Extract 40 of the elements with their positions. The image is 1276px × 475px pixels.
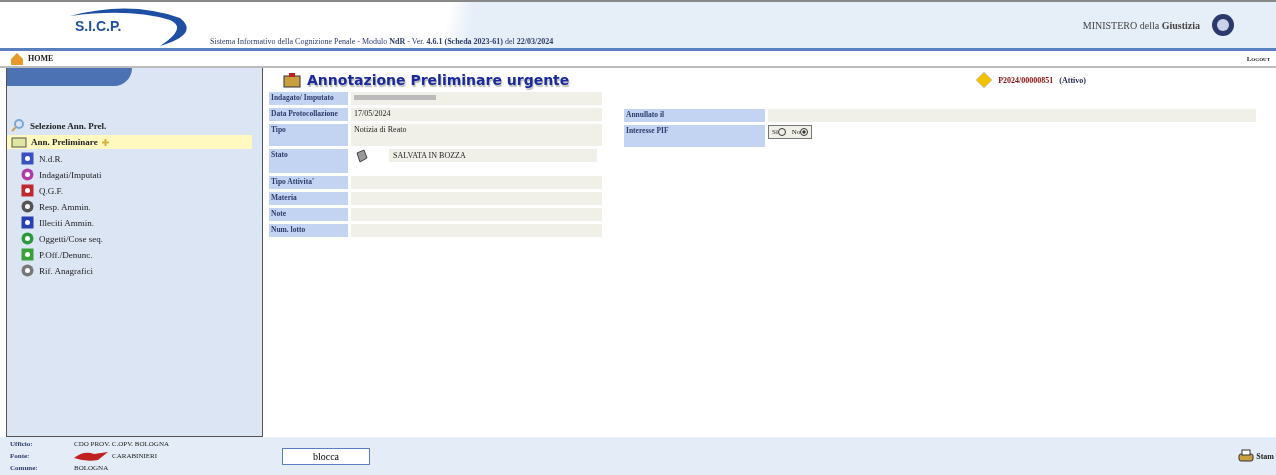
tree-item[interactable]: Q.G.F.	[7, 184, 262, 197]
field-value: 17/05/2024	[351, 108, 602, 121]
search-link[interactable]: Selezione Ann. Prel.	[7, 119, 262, 132]
item-icon	[21, 232, 34, 245]
home-link[interactable]: HOME	[10, 51, 54, 66]
folder-icon	[283, 72, 301, 88]
record-status: (Attivo)	[1059, 75, 1086, 85]
item-icon	[21, 184, 34, 197]
item-icon	[21, 200, 34, 213]
record-id: P2024/00000851	[998, 75, 1054, 85]
tree-item[interactable]: Illeciti Ammin.	[7, 216, 262, 229]
tree-item[interactable]: Oggetti/Cose seq.	[7, 232, 262, 245]
tree-item[interactable]: Rif. Anagrafici	[7, 264, 262, 277]
item-icon	[21, 152, 34, 165]
tree-item[interactable]: Ann. Preliminare	[7, 135, 252, 149]
app-logo: S.I.C.P.	[75, 18, 122, 34]
search-icon	[11, 119, 24, 132]
field-value: Notizia di Reato	[351, 124, 602, 146]
plus-icon	[101, 138, 109, 146]
item-icon	[21, 216, 34, 229]
item-icon	[21, 168, 34, 181]
tree-item[interactable]: Indagati/Imputati	[7, 168, 262, 181]
printer-icon	[1238, 449, 1255, 463]
diamond-icon	[976, 72, 993, 88]
tree-item[interactable]: P.Off./Denunc.	[7, 248, 262, 261]
status-value: SALVATA IN BOZZA	[389, 149, 597, 162]
document-icon	[355, 149, 369, 163]
flame-logo-icon	[74, 450, 108, 462]
tree-item[interactable]: N.d.R.	[7, 152, 262, 165]
print-link[interactable]: Stam	[1238, 449, 1274, 463]
page-title: Annotazione Preliminare urgente	[307, 72, 570, 88]
folder-icon	[11, 136, 27, 148]
lock-button[interactable]: blocca	[282, 447, 370, 465]
house-icon	[10, 51, 24, 66]
app-subtitle: Sistema Informativo della Cognizione Penale - Modulo NdR - Ver. 4.6.1 (Scheda 2023-61) del 22/03/2024	[210, 37, 555, 48]
item-icon	[21, 264, 34, 277]
ministry-name: MINISTERO della Giustizia	[1082, 19, 1200, 31]
emblem-icon	[1210, 12, 1236, 38]
item-icon	[21, 248, 34, 261]
tree-item[interactable]: Resp. Ammin.	[7, 200, 262, 213]
